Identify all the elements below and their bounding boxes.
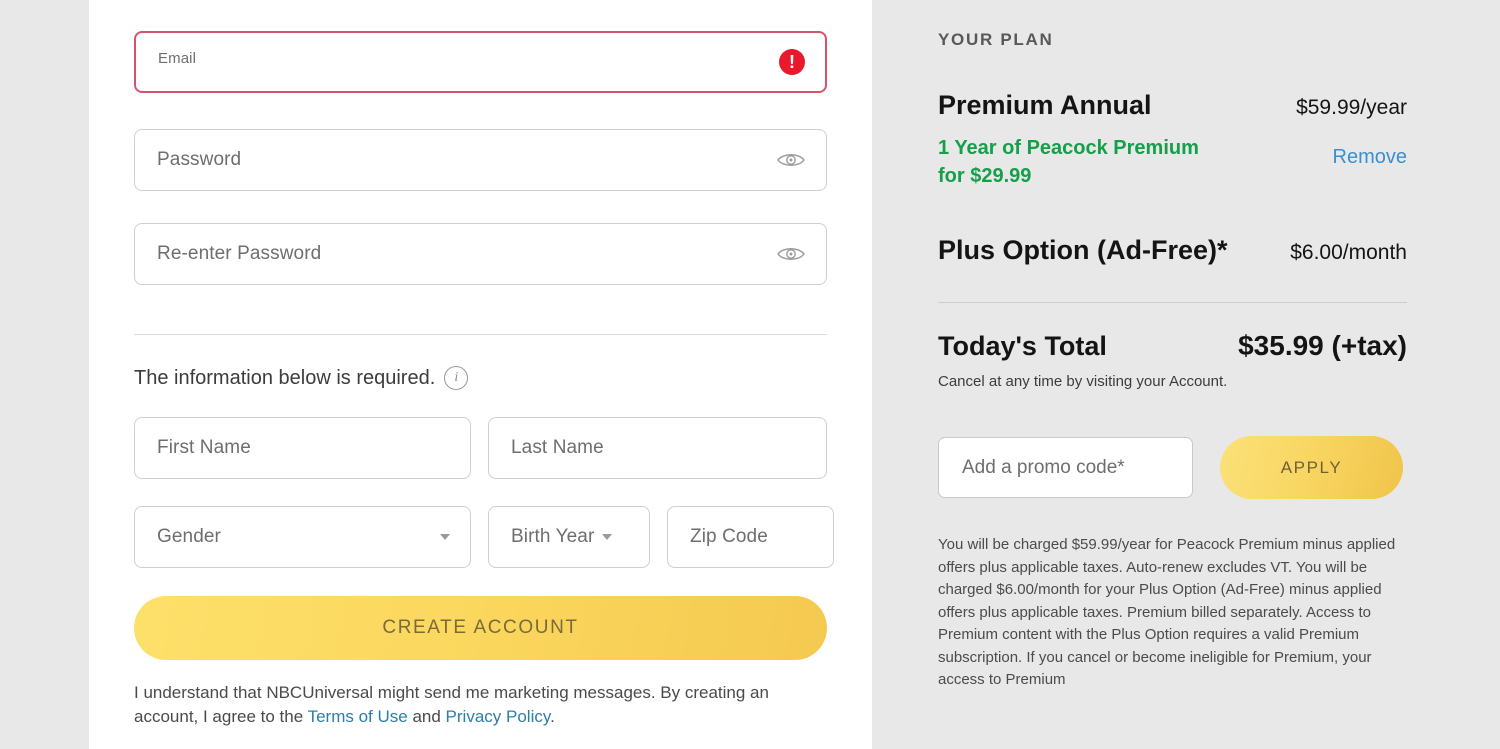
- zip-code-input[interactable]: Zip Code: [667, 506, 834, 568]
- reenter-password-placeholder: Re-enter Password: [157, 243, 322, 264]
- password-placeholder: Password: [157, 149, 242, 170]
- chevron-down-icon: [440, 534, 450, 540]
- form-divider: [134, 334, 827, 335]
- eye-icon[interactable]: [777, 245, 805, 263]
- reenter-password-input[interactable]: Re-enter Password: [134, 223, 827, 285]
- terms-of-use-link[interactable]: Terms of Use: [308, 707, 408, 726]
- billing-fineprint: You will be charged $59.99/year for Peac…: [938, 536, 1396, 689]
- plan-offer-text: 1 Year of Peacock Premium for $29.99: [938, 137, 1199, 187]
- birth-year-placeholder: Birth Year: [511, 526, 595, 547]
- left-gutter: [0, 0, 89, 749]
- apply-promo-button[interactable]: APPLY: [1220, 436, 1403, 500]
- legal-conjunction: and: [407, 707, 446, 727]
- plan-divider: [938, 302, 1407, 304]
- signup-form-panel: Email ! Password Re-enter Password The i…: [89, 0, 872, 749]
- first-name-placeholder: First Name: [157, 437, 251, 458]
- addon-price: $6.00/month: [1290, 241, 1407, 265]
- plan-heading: YOUR PLAN: [938, 30, 1054, 49]
- birth-year-select[interactable]: Birth Year: [488, 506, 650, 568]
- legal-disclaimer: I understand that NBCUniversal might sen…: [134, 681, 774, 729]
- last-name-input[interactable]: Last Name: [488, 417, 827, 479]
- zip-code-placeholder: Zip Code: [690, 526, 768, 547]
- signup-page: Email ! Password Re-enter Password The i…: [0, 0, 1500, 749]
- info-icon[interactable]: i: [444, 366, 469, 390]
- required-notice: The information below is required. i: [134, 366, 827, 390]
- plan-price: $59.99/year: [1296, 96, 1407, 119]
- last-name-placeholder: Last Name: [511, 437, 604, 458]
- password-input[interactable]: Password: [134, 129, 827, 191]
- cancel-note: Cancel at any time by visiting your Acco…: [938, 373, 1228, 391]
- email-input[interactable]: Email: [134, 31, 827, 93]
- promo-code-placeholder: Add a promo code*: [962, 456, 1125, 478]
- chevron-down-icon: [602, 534, 613, 540]
- total-label: Today's Total: [938, 331, 1107, 362]
- plan-addon-row: Plus Option (Ad-Free)* $6.00/month: [938, 235, 1407, 266]
- email-label: Email: [158, 49, 197, 67]
- create-account-button[interactable]: CREATE ACCOUNT: [134, 596, 827, 660]
- demographics-row: Gender Birth Year Zip Code: [134, 506, 834, 568]
- promo-code-input[interactable]: Add a promo code*: [938, 437, 1193, 499]
- email-field-wrapper: Email !: [134, 31, 827, 93]
- promo-row: Add a promo code* APPLY: [938, 436, 1407, 500]
- remove-offer-link[interactable]: Remove: [1333, 146, 1407, 169]
- plan-primary-row: Premium Annual $59.99/year: [938, 90, 1407, 121]
- plan-summary-panel: YOUR PLAN Premium Annual $59.99/year 1 Y…: [872, 0, 1500, 749]
- required-notice-text: The information below is required.: [134, 366, 436, 389]
- gender-select[interactable]: Gender: [134, 506, 471, 568]
- error-exclamation-icon: !: [779, 49, 805, 75]
- privacy-policy-link[interactable]: Privacy Policy: [446, 707, 551, 726]
- password-field-wrapper: Password: [134, 129, 827, 191]
- name-row: First Name Last Name: [134, 417, 827, 479]
- addon-name: Plus Option (Ad-Free)*: [938, 235, 1228, 266]
- reenter-password-field-wrapper: Re-enter Password: [134, 223, 827, 285]
- plan-name: Premium Annual: [938, 90, 1152, 120]
- first-name-input[interactable]: First Name: [134, 417, 471, 479]
- total-value: $35.99 (+tax): [1238, 330, 1407, 362]
- total-row: Today's Total $35.99 (+tax): [938, 330, 1407, 362]
- legal-period: .: [550, 707, 555, 727]
- plan-offer-row: 1 Year of Peacock Premium for $29.99 Rem…: [938, 135, 1407, 190]
- eye-icon[interactable]: [777, 151, 805, 169]
- gender-placeholder: Gender: [157, 526, 221, 547]
